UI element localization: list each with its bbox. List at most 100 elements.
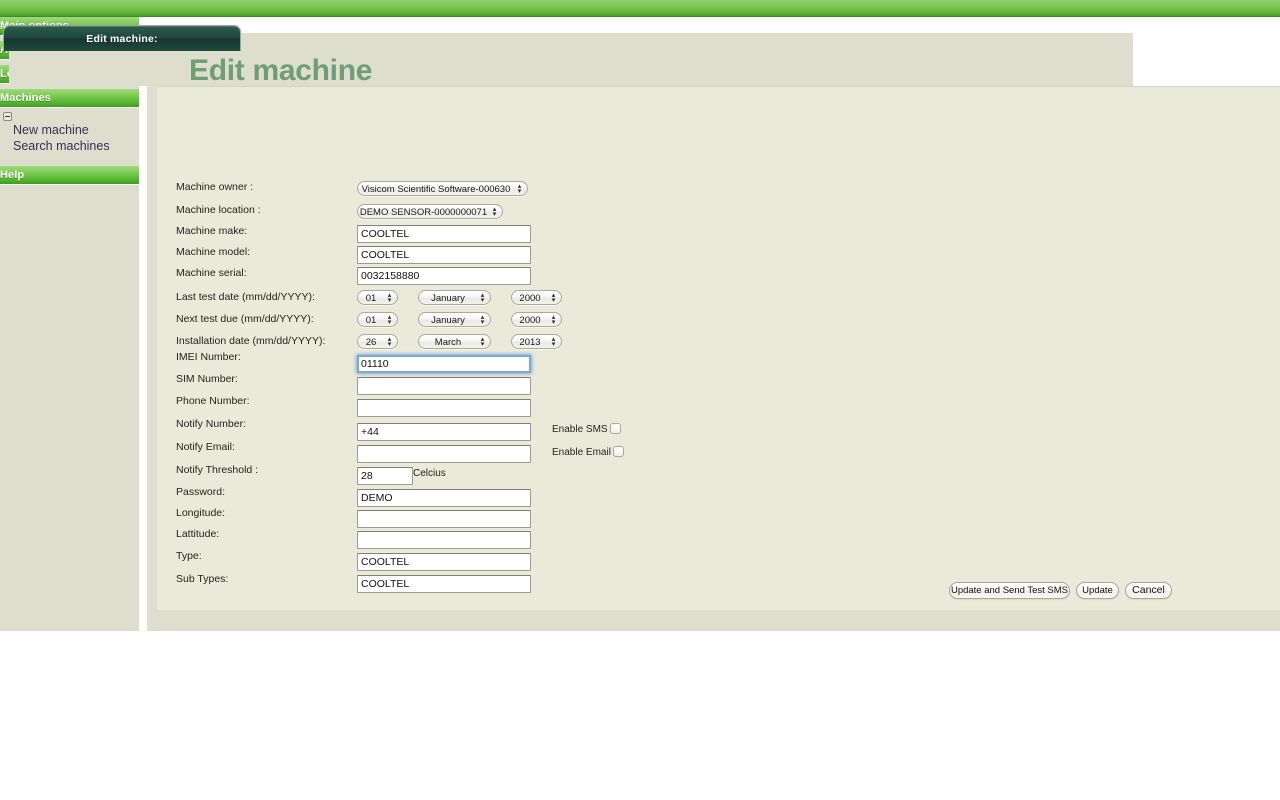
select-installation-year-value: 2013 [519,337,541,348]
label-sim-number: SIM Number: [176,373,238,385]
select-next-test-day-value: 01 [365,315,377,326]
input-password[interactable] [357,489,531,507]
stepper-arrows-icon [550,337,557,348]
select-machine-location-value: DEMO SENSOR-0000000071 [359,207,488,218]
input-longitude[interactable] [357,510,531,528]
label-last-test-date: Last test date (mm/dd/YYYY): [176,291,315,303]
input-lattitude[interactable] [357,531,531,549]
field-row-machine-serial: Machine serial: [0,267,1280,289]
field-row-last-test-date: Last test date (mm/dd/YYYY): 01 January … [0,290,1280,312]
select-next-test-month-value: January [431,315,465,326]
select-next-test-year[interactable]: 2000 [511,312,562,327]
label-longitude: Longitude: [176,507,226,519]
label-enable-email: Enable Email [552,447,611,458]
select-machine-owner[interactable]: Visicom Scientific Software-000630 [357,181,528,196]
select-last-test-month[interactable]: January [418,290,491,305]
input-type[interactable] [357,553,531,571]
field-row-machine-model: Machine model: [0,246,1280,268]
field-row-notify-threshold: Notify Threshold : Celcius [0,463,1280,485]
tab-label: Edit machine: [86,33,158,45]
field-row-notify-number: Notify Number: Enable SMS [0,418,1280,441]
label-machine-owner: Machine owner : [176,181,254,193]
input-machine-serial[interactable] [357,267,531,285]
select-machine-location[interactable]: DEMO SENSOR-0000000071 [357,204,503,219]
label-imei-number: IMEI Number: [176,351,241,363]
input-notify-email[interactable] [357,445,531,463]
select-next-test-month[interactable]: January [418,312,491,327]
select-machine-owner-value: Visicom Scientific Software-000630 [361,184,511,195]
select-last-test-year-value: 2000 [519,293,541,304]
field-row-lattitude: Lattitude: [0,528,1280,550]
stepper-arrows-icon [550,293,557,304]
select-installation-day-value: 26 [365,337,377,348]
field-row-machine-make: Machine make: [0,225,1280,247]
select-next-test-year-value: 2000 [519,315,541,326]
sidebar-submenu-machines: New machine Search machines [0,108,139,166]
stepper-arrows-icon [479,337,486,348]
field-row-imei-number: IMEI Number: [0,350,1280,373]
input-phone-number[interactable] [357,399,531,417]
stepper-arrows-icon [386,293,393,304]
app-window: Main options Accounts Locations Machines… [0,0,1280,800]
input-imei-number[interactable] [357,355,531,373]
field-row-next-test-due: Next test due (mm/dd/YYYY): 01 January 2… [0,312,1280,334]
select-last-test-day[interactable]: 01 [357,290,398,305]
label-enable-sms: Enable SMS [552,424,608,435]
select-last-test-day-value: 01 [365,293,377,304]
stepper-arrows-icon [550,315,557,326]
label-type: Type: [176,550,202,562]
label-phone-number: Phone Number: [176,395,250,407]
input-notify-number[interactable] [357,423,531,441]
stepper-arrows-icon [386,315,393,326]
stepper-arrows-icon [516,184,523,195]
input-machine-make[interactable] [357,225,531,243]
label-threshold-unit: Celcius [413,468,446,479]
label-notify-threshold: Notify Threshold : [176,464,259,476]
sidebar-sublink-search-machines[interactable]: Search machines [13,138,139,154]
field-row-machine-location: Machine location : DEMO SENSOR-000000007… [0,204,1280,226]
input-notify-threshold[interactable] [357,467,413,485]
sidebar-sublink-new-machine[interactable]: New machine [13,108,139,138]
field-row-sim-number: SIM Number: [0,373,1280,395]
input-machine-model[interactable] [357,246,531,264]
tab-edit-machine[interactable]: Edit machine: [3,25,241,51]
select-last-test-month-value: January [431,293,465,304]
field-row-type: Type: [0,550,1280,572]
select-installation-year[interactable]: 2013 [511,334,562,349]
field-row-machine-owner: Machine owner : Visicom Scientific Softw… [0,181,1280,203]
minus-box-icon[interactable] [3,112,12,121]
select-next-test-day[interactable]: 01 [357,312,398,327]
label-lattitude: Lattitude: [176,528,220,540]
field-row-longitude: Longitude: [0,507,1280,529]
stepper-arrows-icon [386,337,393,348]
select-last-test-year[interactable]: 2000 [511,290,562,305]
select-installation-month[interactable]: March [418,334,491,349]
update-and-send-test-sms-button[interactable]: Update and Send Test SMS [949,582,1070,599]
stepper-arrows-icon [479,315,486,326]
label-next-test-due: Next test due (mm/dd/YYYY): [176,313,314,325]
label-machine-model: Machine model: [176,246,251,258]
field-row-phone-number: Phone Number: [0,395,1280,417]
top-green-bar [0,0,1280,17]
label-sub-types: Sub Types: [176,573,229,585]
sidebar-item-machines[interactable]: Machines [0,89,139,108]
field-row-notify-email: Notify Email: Enable Email [0,441,1280,463]
stepper-arrows-icon [479,293,486,304]
label-machine-location: Machine location : [176,204,261,216]
label-notify-email: Notify Email: [176,441,235,453]
checkbox-enable-email[interactable] [613,446,624,457]
select-installation-month-value: March [434,337,462,348]
label-installation-date: Installation date (mm/dd/YYYY): [176,335,326,347]
stepper-arrows-icon [491,207,498,218]
label-machine-serial: Machine serial: [176,267,247,279]
checkbox-enable-sms[interactable] [610,423,621,434]
label-notify-number: Notify Number: [176,418,247,430]
panel-bottom-shade [147,610,1280,631]
sidebar-item-label-help: Help [0,169,25,181]
input-sim-number[interactable] [357,377,531,395]
update-button[interactable]: Update [1076,582,1119,599]
cancel-button[interactable]: Cancel [1125,582,1172,599]
input-sub-types[interactable] [357,575,531,593]
page-title: Edit machine [189,54,373,87]
select-installation-day[interactable]: 26 [357,334,398,349]
